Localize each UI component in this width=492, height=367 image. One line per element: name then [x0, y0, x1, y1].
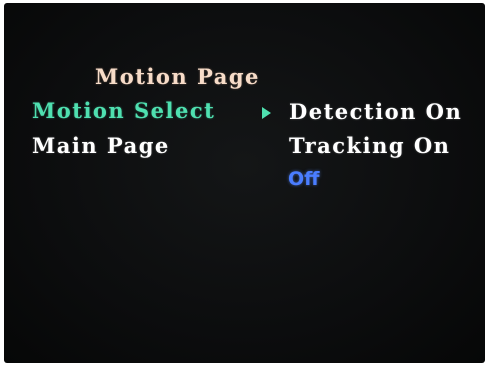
option-tracking-on[interactable]: Tracking On: [289, 135, 450, 156]
menu-item-motion-select[interactable]: Motion Select: [32, 100, 215, 121]
osd-screen: Motion Page Motion Select Main Page Dete…: [4, 3, 485, 363]
option-off[interactable]: Off: [288, 170, 320, 189]
right-triangle-icon: [262, 107, 271, 119]
menu-item-main-page[interactable]: Main Page: [32, 135, 170, 156]
option-detection-on[interactable]: Detection On: [289, 101, 462, 122]
page-title: Motion Page: [95, 64, 260, 89]
